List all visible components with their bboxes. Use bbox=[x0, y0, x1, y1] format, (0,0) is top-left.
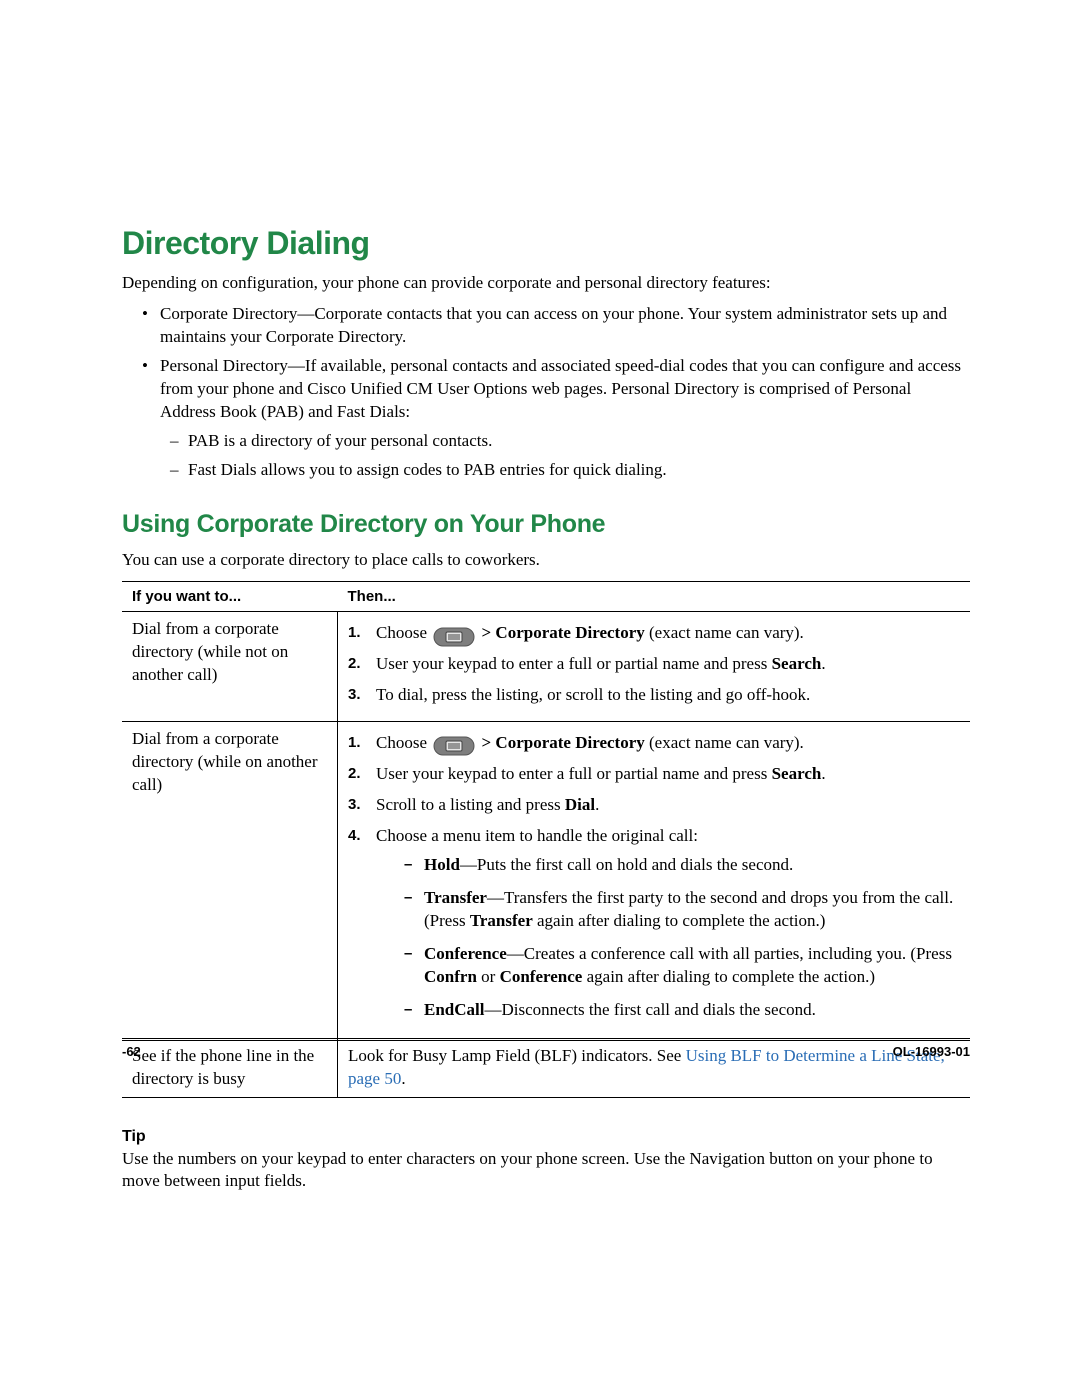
step: Choose > Corporate Directory (exact name… bbox=[348, 732, 960, 755]
step: Choose > Corporate Directory (exact name… bbox=[348, 622, 960, 645]
document-id: OL-16993-01 bbox=[893, 1044, 970, 1059]
step: To dial, press the listing, or scroll to… bbox=[348, 684, 960, 707]
substep-text: —Disconnects the first call and dials th… bbox=[484, 1000, 815, 1019]
step: Scroll to a listing and press Dial. bbox=[348, 794, 960, 817]
step-text: User your keypad to enter a full or part… bbox=[376, 654, 772, 673]
step-bold: > Corporate Directory bbox=[482, 733, 645, 752]
substep: Hold—Puts the first call on hold and dia… bbox=[404, 854, 960, 877]
table-row: Dial from a corporate directory (while o… bbox=[122, 722, 970, 1038]
cell-steps: Choose > Corporate Directory (exact name… bbox=[338, 612, 971, 722]
substep-bold: Confrn bbox=[424, 967, 477, 986]
step-text-tail: . bbox=[595, 795, 599, 814]
cell-steps: Choose > Corporate Directory (exact name… bbox=[338, 722, 971, 1038]
cell-task: Dial from a corporate directory (while n… bbox=[122, 612, 338, 722]
section-intro: You can use a corporate directory to pla… bbox=[122, 549, 970, 572]
substep-bold: Transfer bbox=[470, 911, 533, 930]
cell-text-tail: . bbox=[401, 1069, 405, 1088]
directories-button-icon bbox=[433, 627, 475, 647]
step-text-tail: (exact name can vary). bbox=[645, 623, 804, 642]
substep: Transfer—Transfers the first party to th… bbox=[404, 887, 960, 933]
step-text: Scroll to a listing and press bbox=[376, 795, 565, 814]
substep-bold: Conference bbox=[424, 944, 507, 963]
page-footer: -62 OL-16993-01 bbox=[122, 1040, 970, 1059]
bullet-personal: Personal Directory—If available, persona… bbox=[160, 355, 970, 482]
bullet-corporate: Corporate Directory—Corporate contacts t… bbox=[160, 303, 970, 349]
step: User your keypad to enter a full or part… bbox=[348, 763, 960, 786]
step-bold: Search bbox=[772, 654, 822, 673]
step-text: User your keypad to enter a full or part… bbox=[376, 764, 772, 783]
tip-heading: Tip bbox=[122, 1128, 970, 1146]
col-header-then: Then... bbox=[338, 582, 971, 612]
substep-text: again after dialing to complete the acti… bbox=[533, 911, 826, 930]
bullet-personal-text: Personal Directory—If available, persona… bbox=[160, 356, 961, 421]
substep-text: again after dialing to complete the acti… bbox=[582, 967, 875, 986]
substep-bold: Conference bbox=[500, 967, 583, 986]
subbullet-fastdials: Fast Dials allows you to assign codes to… bbox=[188, 459, 970, 482]
substep-bold: Transfer bbox=[424, 888, 487, 907]
substep: EndCall—Disconnects the first call and d… bbox=[404, 999, 960, 1022]
substep-text: —Puts the first call on hold and dials t… bbox=[460, 855, 793, 874]
subbullet-pab: PAB is a directory of your personal cont… bbox=[188, 430, 970, 453]
substep-bold: EndCall bbox=[424, 1000, 484, 1019]
substep-text: —Creates a conference call with all part… bbox=[507, 944, 952, 963]
col-header-ifyouwant: If you want to... bbox=[122, 582, 338, 612]
step-text: Choose bbox=[376, 623, 431, 642]
step-text: Choose a menu item to handle the origina… bbox=[376, 826, 698, 845]
table-row: Dial from a corporate directory (while n… bbox=[122, 612, 970, 722]
substep-text: or bbox=[477, 967, 500, 986]
substep: Conference—Creates a conference call wit… bbox=[404, 943, 960, 989]
step: User your keypad to enter a full or part… bbox=[348, 653, 960, 676]
step-text: Choose bbox=[376, 733, 431, 752]
step-text-tail: . bbox=[821, 764, 825, 783]
step-text-tail: (exact name can vary). bbox=[645, 733, 804, 752]
step-bold: Search bbox=[772, 764, 822, 783]
page-number: -62 bbox=[122, 1044, 141, 1059]
step-text-tail: . bbox=[821, 654, 825, 673]
substep-bold: Hold bbox=[424, 855, 460, 874]
instructions-table: If you want to... Then... Dial from a co… bbox=[122, 581, 970, 1097]
cell-task: Dial from a corporate directory (while o… bbox=[122, 722, 338, 1038]
tip-paragraph: Use the numbers on your keypad to enter … bbox=[122, 1148, 970, 1194]
step: Choose a menu item to handle the origina… bbox=[348, 825, 960, 1022]
step-bold: > Corporate Directory bbox=[482, 623, 645, 642]
step-bold: Dial bbox=[565, 795, 595, 814]
page-title: Directory Dialing bbox=[122, 225, 970, 262]
directories-button-icon bbox=[433, 736, 475, 756]
section-heading: Using Corporate Directory on Your Phone bbox=[122, 510, 970, 539]
intro-paragraph: Depending on configuration, your phone c… bbox=[122, 272, 970, 295]
